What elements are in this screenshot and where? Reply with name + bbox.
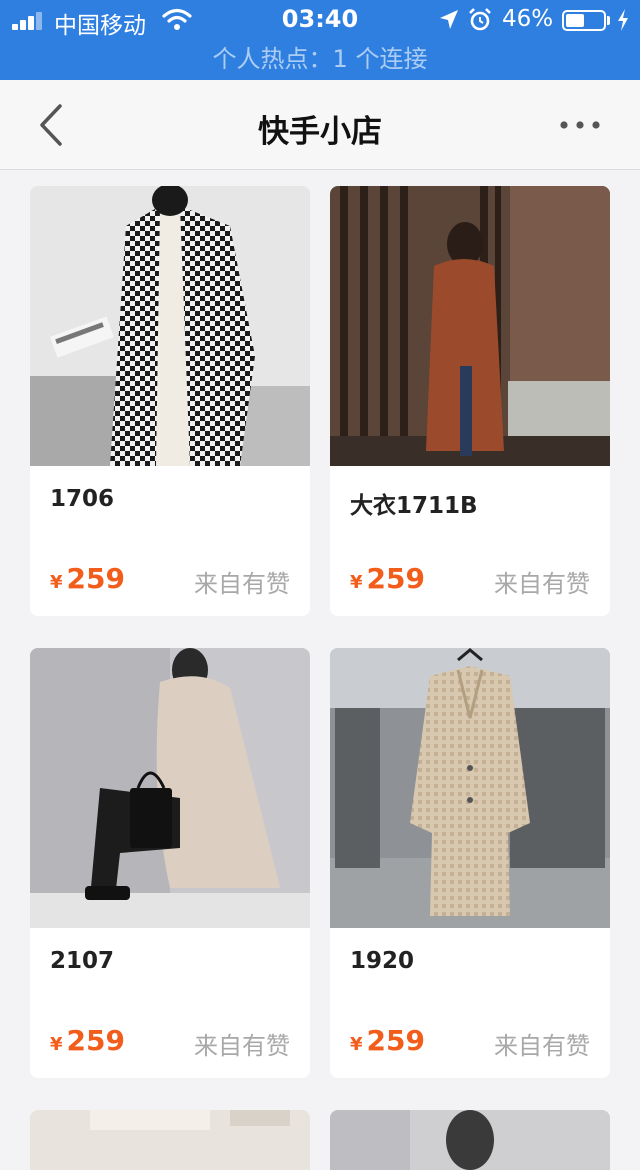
price-amount: 259 [66,1024,125,1057]
charging-bolt-icon [618,9,628,31]
currency-symbol: ¥ [350,572,363,593]
status-row: 中国移动 03:40 46% [0,0,640,40]
status-bar: 中国移动 03:40 46% 个人热点：1 个连接 [0,0,640,80]
battery-tip [607,16,610,25]
product-card[interactable]: 大衣1711B ¥259 来自有赞 [330,186,610,616]
product-card-partial[interactable] [330,1110,610,1170]
navigation-bar: 快手小店 [0,80,640,170]
location-arrow-icon [440,10,458,29]
product-price: ¥259 [350,1024,425,1057]
product-source: 来自有赞 [194,570,290,598]
product-price: ¥259 [50,1024,125,1057]
price-amount: 259 [366,562,425,595]
product-image [330,186,610,466]
product-image [330,1110,610,1170]
product-image [30,186,310,466]
product-price: ¥259 [350,562,425,595]
price-amount: 259 [366,1024,425,1057]
product-image [30,1110,310,1170]
currency-symbol: ¥ [350,1034,363,1055]
product-name: 大衣1711B [350,493,478,519]
battery-icon [562,10,606,31]
product-name: 1706 [50,486,115,512]
product-source: 来自有赞 [194,1032,290,1060]
product-card[interactable]: 1920 ¥259 来自有赞 [330,648,610,1078]
battery-percent: 46% [502,6,554,32]
alarm-clock-icon [469,8,491,31]
product-image [330,648,610,928]
currency-symbol: ¥ [50,572,63,593]
page-title: 快手小店 [258,114,382,150]
product-image [30,648,310,928]
hotspot-banner[interactable]: 个人热点：1 个连接 [0,40,640,78]
product-source: 来自有赞 [494,1032,590,1060]
product-card[interactable]: 2107 ¥259 来自有赞 [30,648,310,1078]
currency-symbol: ¥ [50,1034,63,1055]
product-card[interactable]: 1706 ¥259 来自有赞 [30,186,310,616]
product-name: 2107 [50,948,115,974]
product-name: 1920 [350,948,415,974]
product-price: ¥259 [50,562,125,595]
price-amount: 259 [66,562,125,595]
product-card-partial[interactable] [30,1110,310,1170]
more-options-button[interactable] [552,108,608,142]
product-source: 来自有赞 [494,570,590,598]
